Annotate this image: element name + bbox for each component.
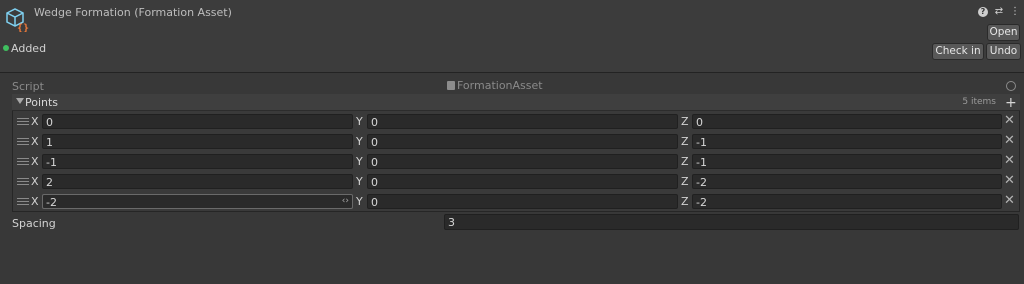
- z-label: Z: [681, 115, 689, 128]
- y-label: Y: [356, 115, 363, 128]
- asset-title: Wedge Formation (Formation Asset): [34, 6, 232, 19]
- list-item: X 1 Y 0 Z -1 ✕: [13, 132, 1019, 152]
- y-value: 0: [371, 176, 378, 189]
- z-field[interactable]: -1: [692, 154, 1002, 169]
- vcs-status: Added: [11, 42, 47, 55]
- x-label: X: [31, 195, 39, 208]
- remove-element-icon[interactable]: ✕: [1004, 153, 1015, 168]
- drag-handle-icon[interactable]: [17, 118, 29, 126]
- svg-text:{}: {}: [17, 23, 29, 32]
- points-list-header[interactable]: [12, 94, 1020, 111]
- remove-element-icon[interactable]: ✕: [1004, 173, 1015, 188]
- z-value: -2: [696, 196, 707, 209]
- script-field[interactable]: FormationAsset: [445, 78, 1020, 94]
- y-field[interactable]: 0: [367, 154, 678, 169]
- y-value: 0: [371, 136, 378, 149]
- list-item: X -1 Y 0 Z -1 ✕: [13, 152, 1019, 172]
- points-label: Points: [25, 96, 59, 109]
- script-value: FormationAsset: [457, 79, 543, 92]
- y-value: 0: [371, 196, 378, 209]
- z-field[interactable]: -2: [692, 174, 1002, 189]
- header-icons: ? ⇄ ⋮: [978, 6, 1020, 18]
- z-field[interactable]: 0: [692, 114, 1002, 129]
- formation-asset-icon: {}: [6, 8, 29, 32]
- spacing-value: 3: [448, 216, 455, 229]
- z-value: -1: [696, 156, 707, 169]
- z-label: Z: [681, 175, 689, 188]
- script-label: Script: [12, 80, 44, 93]
- x-label: X: [31, 175, 39, 188]
- drag-handle-icon[interactable]: [17, 138, 29, 146]
- y-field[interactable]: 0: [367, 194, 678, 209]
- drag-handle-icon[interactable]: [17, 198, 29, 206]
- z-value: -1: [696, 136, 707, 149]
- undo-button[interactable]: Undo: [986, 43, 1021, 60]
- y-label: Y: [356, 135, 363, 148]
- z-value: 0: [696, 116, 703, 129]
- z-value: -2: [696, 176, 707, 189]
- remove-element-icon[interactable]: ✕: [1004, 133, 1015, 148]
- z-label: Z: [681, 155, 689, 168]
- drag-handle-icon[interactable]: [17, 158, 29, 166]
- x-field[interactable]: 2: [42, 174, 353, 189]
- list-item: X -2 ‹› Y 0 Z -2 ✕: [13, 192, 1019, 212]
- x-value: -1: [46, 156, 57, 169]
- x-value: 0: [46, 116, 53, 129]
- x-value: 2: [46, 176, 53, 189]
- y-field[interactable]: 0: [367, 134, 678, 149]
- y-field[interactable]: 0: [367, 114, 678, 129]
- list-item: X 0 Y 0 Z 0 ✕: [13, 112, 1019, 132]
- x-label: X: [31, 115, 39, 128]
- y-value: 0: [371, 116, 378, 129]
- more-options-icon[interactable]: ⋮: [1010, 6, 1020, 18]
- drag-handle-icon[interactable]: [17, 178, 29, 186]
- remove-element-icon[interactable]: ✕: [1004, 113, 1015, 128]
- remove-element-icon[interactable]: ✕: [1004, 193, 1015, 208]
- z-label: Z: [681, 195, 689, 208]
- script-file-icon: [447, 81, 455, 90]
- spacing-field[interactable]: 3: [444, 214, 1019, 230]
- add-element-icon[interactable]: +: [1005, 96, 1017, 110]
- foldout-arrow-icon[interactable]: [16, 98, 24, 104]
- y-label: Y: [356, 175, 363, 188]
- x-field[interactable]: -2 ‹›: [42, 194, 353, 209]
- x-field[interactable]: 1: [42, 134, 353, 149]
- y-label: Y: [356, 155, 363, 168]
- x-field[interactable]: -1: [42, 154, 353, 169]
- z-field[interactable]: -2: [692, 194, 1002, 209]
- status-dot-icon: [3, 45, 9, 51]
- y-value: 0: [371, 156, 378, 169]
- y-label: Y: [356, 195, 363, 208]
- check-in-button[interactable]: Check in: [932, 43, 984, 60]
- drag-value-icon[interactable]: ‹›: [342, 196, 349, 206]
- x-value: -2: [46, 196, 57, 209]
- y-field[interactable]: 0: [367, 174, 678, 189]
- x-value: 1: [46, 136, 53, 149]
- spacing-label: Spacing: [12, 217, 56, 230]
- settings-sliders-icon[interactable]: ⇄: [994, 6, 1004, 18]
- object-picker-icon[interactable]: [1006, 81, 1016, 91]
- help-icon[interactable]: ?: [978, 7, 988, 17]
- points-count: 5 items: [962, 97, 996, 107]
- z-label: Z: [681, 135, 689, 148]
- open-button[interactable]: Open: [987, 24, 1020, 41]
- x-label: X: [31, 155, 39, 168]
- x-label: X: [31, 135, 39, 148]
- x-field[interactable]: 0: [42, 114, 353, 129]
- list-item: X 2 Y 0 Z -2 ✕: [13, 172, 1019, 192]
- z-field[interactable]: -1: [692, 134, 1002, 149]
